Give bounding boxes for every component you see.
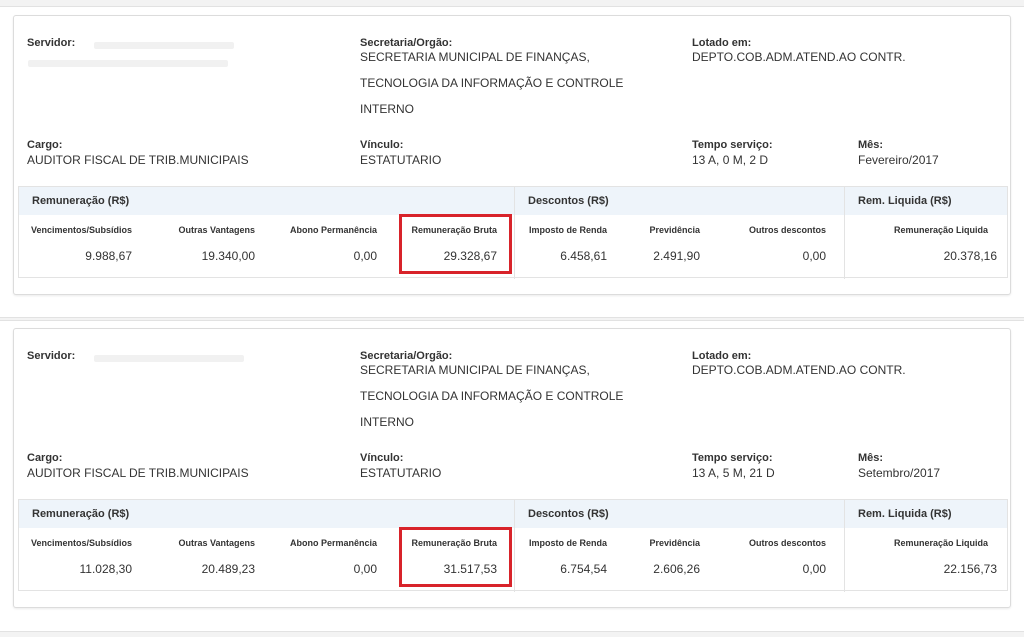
cargo-value: AUDITOR FISCAL DE TRIB.MUNICIPAIS [27, 153, 249, 167]
outras-vantagens-value: 20.489,23 [201, 562, 255, 576]
cargo-label: Cargo: [27, 139, 63, 151]
rem-liquida-value: 20.378,16 [943, 249, 997, 263]
previdencia-value: 2.491,90 [653, 249, 700, 263]
outros-descontos-value: 0,00 [802, 249, 826, 263]
vinculo-label: Vínculo: [360, 139, 404, 151]
imposto-value: 6.754,54 [560, 562, 607, 576]
descontos-header: Descontos (R$) [515, 187, 844, 215]
col-imposto: Imposto de Renda 6.754,54 [528, 538, 607, 576]
cargo-value: AUDITOR FISCAL DE TRIB.MUNICIPAIS [27, 466, 249, 480]
lotado-value: DEPTO.COB.ADM.ATEND.AO CONTR. [692, 50, 906, 64]
redacted-name-line [28, 60, 228, 67]
vencimentos-value: 11.028,30 [79, 562, 133, 576]
record-card-1: Servidor: Secretaria/Orgão: SECRETARIA M… [13, 15, 1011, 295]
descontos-group: Descontos (R$) Imposto de Renda 6.458,61… [514, 187, 844, 279]
rem-bruta-highlight [399, 527, 512, 587]
abono-value: 0,00 [353, 562, 377, 576]
outras-vantagens-value: 19.340,00 [201, 249, 255, 263]
col-outros-descontos: Outros descontos 0,00 [748, 225, 826, 263]
lotado-value: DEPTO.COB.ADM.ATEND.AO CONTR. [692, 363, 906, 377]
servidor-label: Servidor: [27, 350, 76, 362]
vencimentos-value: 9.988,67 [85, 249, 132, 263]
col-previdencia: Previdência 2.606,26 [649, 538, 700, 576]
mes-label: Mês: [858, 139, 884, 151]
tempo-label: Tempo serviço: [692, 452, 773, 464]
rem-liquida-group: Rem. Liquida (R$) Remuneração Liquida 20… [844, 187, 1007, 279]
cargo-label: Cargo: [27, 452, 63, 464]
tempo-label: Tempo serviço: [692, 139, 773, 151]
descontos-group: Descontos (R$) Imposto de Renda 6.754,54… [514, 500, 844, 592]
col-vencimentos: Vencimentos/Subsídios 9.988,67 [30, 225, 132, 263]
col-outras-vantagens: Outras Vantagens 19.340,00 [178, 225, 255, 263]
outros-descontos-value: 0,00 [802, 562, 826, 576]
secretaria-line-1: SECRETARIA MUNICIPAL DE FINANÇAS, [360, 50, 590, 64]
col-rem-liquida: Remuneração Liquida 20.378,16 [893, 225, 997, 263]
col-previdencia: Previdência 2.491,90 [649, 225, 700, 263]
redacted-name [94, 42, 234, 49]
tempo-value: 13 A, 0 M, 2 D [692, 153, 769, 167]
mes-value: Setembro/2017 [858, 466, 941, 480]
remuneracao-header: Remuneração (R$) [19, 187, 514, 215]
vinculo-value: ESTATUTARIO [360, 466, 442, 480]
remuneracao-header: Remuneração (R$) [19, 500, 514, 528]
secretaria-line-2: TECNOLOGIA DA INFORMAÇÃO E CONTROLE [360, 389, 624, 403]
col-rem-liquida: Remuneração Liquida 22.156,73 [893, 538, 997, 576]
rem-bruta-highlight [399, 214, 512, 274]
previdencia-value: 2.606,26 [653, 562, 700, 576]
vinculo-value: ESTATUTARIO [360, 153, 442, 167]
secretaria-line-1: SECRETARIA MUNICIPAL DE FINANÇAS, [360, 363, 590, 377]
col-imposto: Imposto de Renda 6.458,61 [528, 225, 607, 263]
col-outros-descontos: Outros descontos 0,00 [748, 538, 826, 576]
col-abono: Abono Permanência 0,00 [289, 225, 377, 263]
mes-value: Fevereiro/2017 [858, 153, 939, 167]
redacted-name [94, 355, 244, 362]
salary-table: Remuneração (R$) Vencimentos/Subsídios 1… [18, 499, 1008, 592]
col-outras-vantagens: Outras Vantagens 20.489,23 [178, 538, 255, 576]
secretaria-line-2: TECNOLOGIA DA INFORMAÇÃO E CONTROLE [360, 76, 624, 90]
col-abono: Abono Permanência 0,00 [289, 538, 377, 576]
servidor-label: Servidor: [27, 37, 76, 49]
secretaria-line-3: INTERNO [360, 102, 414, 116]
mes-label: Mês: [858, 452, 884, 464]
salary-table: Remuneração (R$) Vencimentos/Subsídios 9… [18, 186, 1008, 279]
imposto-value: 6.458,61 [560, 249, 607, 263]
record-card-2: Servidor: Secretaria/Orgão: SECRETARIA M… [13, 328, 1011, 608]
rem-liquida-group: Rem. Liquida (R$) Remuneração Liquida 22… [844, 500, 1007, 592]
abono-value: 0,00 [353, 249, 377, 263]
tempo-value: 13 A, 5 M, 21 D [692, 466, 775, 480]
secretaria-line-3: INTERNO [360, 415, 414, 429]
col-vencimentos: Vencimentos/Subsídios 11.028,30 [30, 538, 133, 576]
rem-liquida-value: 22.156,73 [943, 562, 997, 576]
rem-liquida-header: Rem. Liquida (R$) [845, 500, 1007, 528]
rem-liquida-header: Rem. Liquida (R$) [845, 187, 1007, 215]
vinculo-label: Vínculo: [360, 452, 404, 464]
descontos-header: Descontos (R$) [515, 500, 844, 528]
